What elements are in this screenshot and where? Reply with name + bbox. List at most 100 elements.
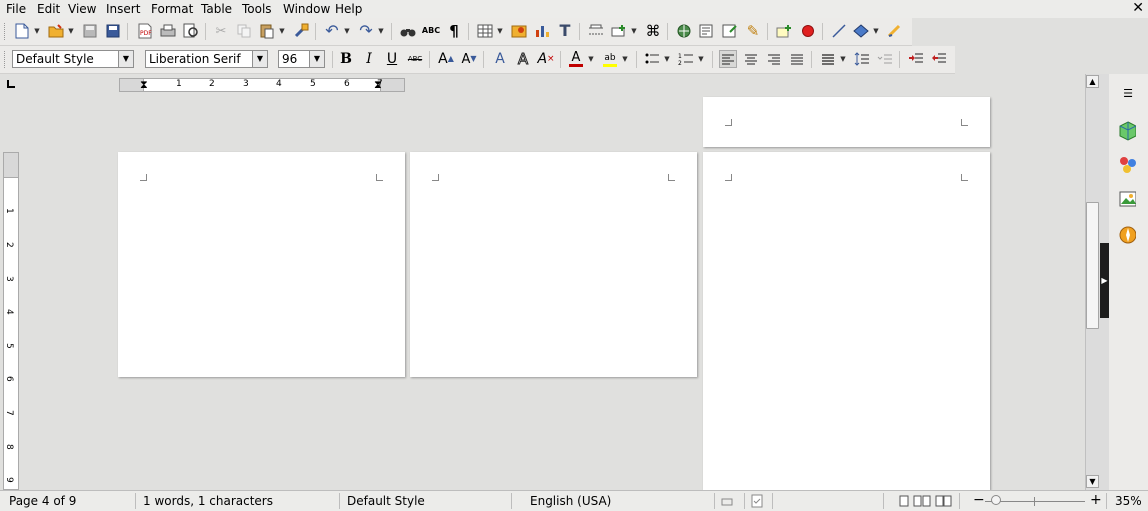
underline-button[interactable]: U [383,50,401,68]
menu-tools[interactable]: Tools [242,2,272,16]
shadow-text-icon[interactable]: A [491,50,509,68]
bullet-list-icon[interactable] [643,50,661,68]
menu-window[interactable]: Window [283,2,330,16]
line-spacing-icon[interactable] [819,50,837,68]
record-icon[interactable] [799,22,817,40]
word-count[interactable]: 1 words, 1 characters [143,494,273,508]
shapes-dropdown[interactable]: ▼ [872,22,880,40]
outline-font-icon[interactable]: A [514,50,532,68]
insert-mode-icon[interactable] [718,492,736,510]
document-page[interactable] [703,152,990,490]
document-page[interactable] [703,97,990,147]
strikethrough-icon[interactable]: ABC [406,50,424,68]
spellcheck-icon[interactable]: ABC [422,22,440,40]
scrollbar-thumb[interactable] [1086,202,1099,329]
increase-indent-icon[interactable] [907,50,925,68]
hyperlink-icon[interactable] [675,22,693,40]
menu-view[interactable]: View [68,2,96,16]
align-left-icon[interactable] [719,50,737,68]
insert-textbox-icon[interactable]: T [556,22,574,40]
undo-icon[interactable]: ↶ [323,22,341,40]
page-indicator[interactable]: Page 4 of 9 [9,494,76,508]
table-dropdown[interactable]: ▼ [496,22,504,40]
formatting-marks-icon[interactable]: ¶ [445,22,463,40]
page-style[interactable]: Default Style [347,494,425,508]
close-document-icon[interactable]: ✕ [1132,0,1144,16]
single-page-view-icon[interactable] [895,492,913,510]
menu-edit[interactable]: Edit [37,2,60,16]
copy-icon[interactable] [235,22,253,40]
menu-help[interactable]: Help [335,2,362,16]
font-color-icon[interactable]: A [567,50,585,68]
special-char-icon[interactable]: ⌘ [644,22,662,40]
font-size-select[interactable]: 96 ▼ [278,50,325,68]
paste-icon[interactable] [258,22,276,40]
clear-formatting-icon[interactable]: A × [537,50,555,68]
shrink-font-icon[interactable]: A ▼ [460,50,478,68]
cut-icon[interactable]: ✂ [212,22,230,40]
properties-icon[interactable] [1118,121,1136,141]
document-page[interactable] [118,152,405,377]
multi-page-view-icon[interactable] [913,492,931,510]
paste-dropdown[interactable]: ▼ [278,22,286,40]
page-break-icon[interactable] [587,22,605,40]
footnote-icon[interactable] [698,22,716,40]
align-right-icon[interactable] [765,50,783,68]
italic-button[interactable]: I [360,50,378,68]
numbered-list-icon[interactable]: 12 [677,50,695,68]
decrease-indent-icon[interactable] [930,50,948,68]
print-preview-icon[interactable] [182,22,200,40]
redo-icon[interactable]: ↷ [357,22,375,40]
export-pdf-icon[interactable]: PDF [136,22,154,40]
track-changes-icon[interactable]: ✎ [744,22,762,40]
print-icon[interactable] [159,22,177,40]
increase-paragraph-spacing-icon[interactable] [853,50,871,68]
clone-format-icon[interactable] [292,22,310,40]
menu-format[interactable]: Format [151,2,193,16]
chevron-down-icon[interactable]: ▼ [118,51,133,67]
menu-file[interactable]: File [6,2,26,16]
font-color-dropdown[interactable]: ▼ [587,50,595,68]
left-indent-marker-icon[interactable]: ⧗ [140,78,148,92]
insert-chart-icon[interactable] [533,22,551,40]
open-folder-icon[interactable] [47,22,65,40]
sidebar-menu-icon[interactable]: ☰ [1119,84,1137,102]
save-icon[interactable] [81,22,99,40]
open-dropdown[interactable]: ▼ [67,22,75,40]
vertical-ruler[interactable] [3,152,19,490]
sidebar-collapse-icon[interactable]: ▶ [1100,243,1109,318]
document-page[interactable] [410,152,697,377]
line-spacing-dropdown[interactable]: ▼ [839,50,847,68]
zoom-level[interactable]: 35% [1115,494,1142,508]
highlight-dropdown[interactable]: ▼ [621,50,629,68]
save-as-icon[interactable] [104,22,122,40]
find-replace-icon[interactable] [399,22,417,40]
paragraph-style-select[interactable]: Default Style ▼ [12,50,134,68]
insert-image-icon[interactable] [510,22,528,40]
insert-field-icon[interactable] [610,22,628,40]
numbering-dropdown[interactable]: ▼ [697,50,705,68]
scroll-up-icon[interactable]: ▲ [1086,75,1099,88]
horizontal-ruler[interactable] [119,78,405,92]
zoom-in-button[interactable]: + [1090,492,1102,508]
grow-font-icon[interactable]: A ▲ [437,50,455,68]
comment-icon[interactable] [721,22,739,40]
document-modified-icon[interactable] [748,492,766,510]
justify-icon[interactable] [788,50,806,68]
shape-diamond-icon[interactable] [852,22,870,40]
undo-dropdown[interactable]: ▼ [343,22,351,40]
menu-insert[interactable]: Insert [106,2,140,16]
zoom-out-button[interactable]: − [973,492,985,508]
toolbar-grip[interactable] [4,23,8,40]
navigator-icon[interactable] [1118,226,1136,244]
zoom-slider-thumb[interactable] [991,495,1001,505]
field-dropdown[interactable]: ▼ [630,22,638,40]
styles-icon[interactable] [1118,156,1136,174]
chevron-down-icon[interactable]: ▼ [309,51,324,67]
highlight-color-icon[interactable]: ab [601,50,619,68]
gallery-icon[interactable] [1118,191,1136,209]
basic-shapes-icon[interactable] [775,22,793,40]
language-indicator[interactable]: English (USA) [530,494,611,508]
menu-table[interactable]: Table [201,2,232,16]
font-name-select[interactable]: Liberation Serif ▼ [145,50,268,68]
